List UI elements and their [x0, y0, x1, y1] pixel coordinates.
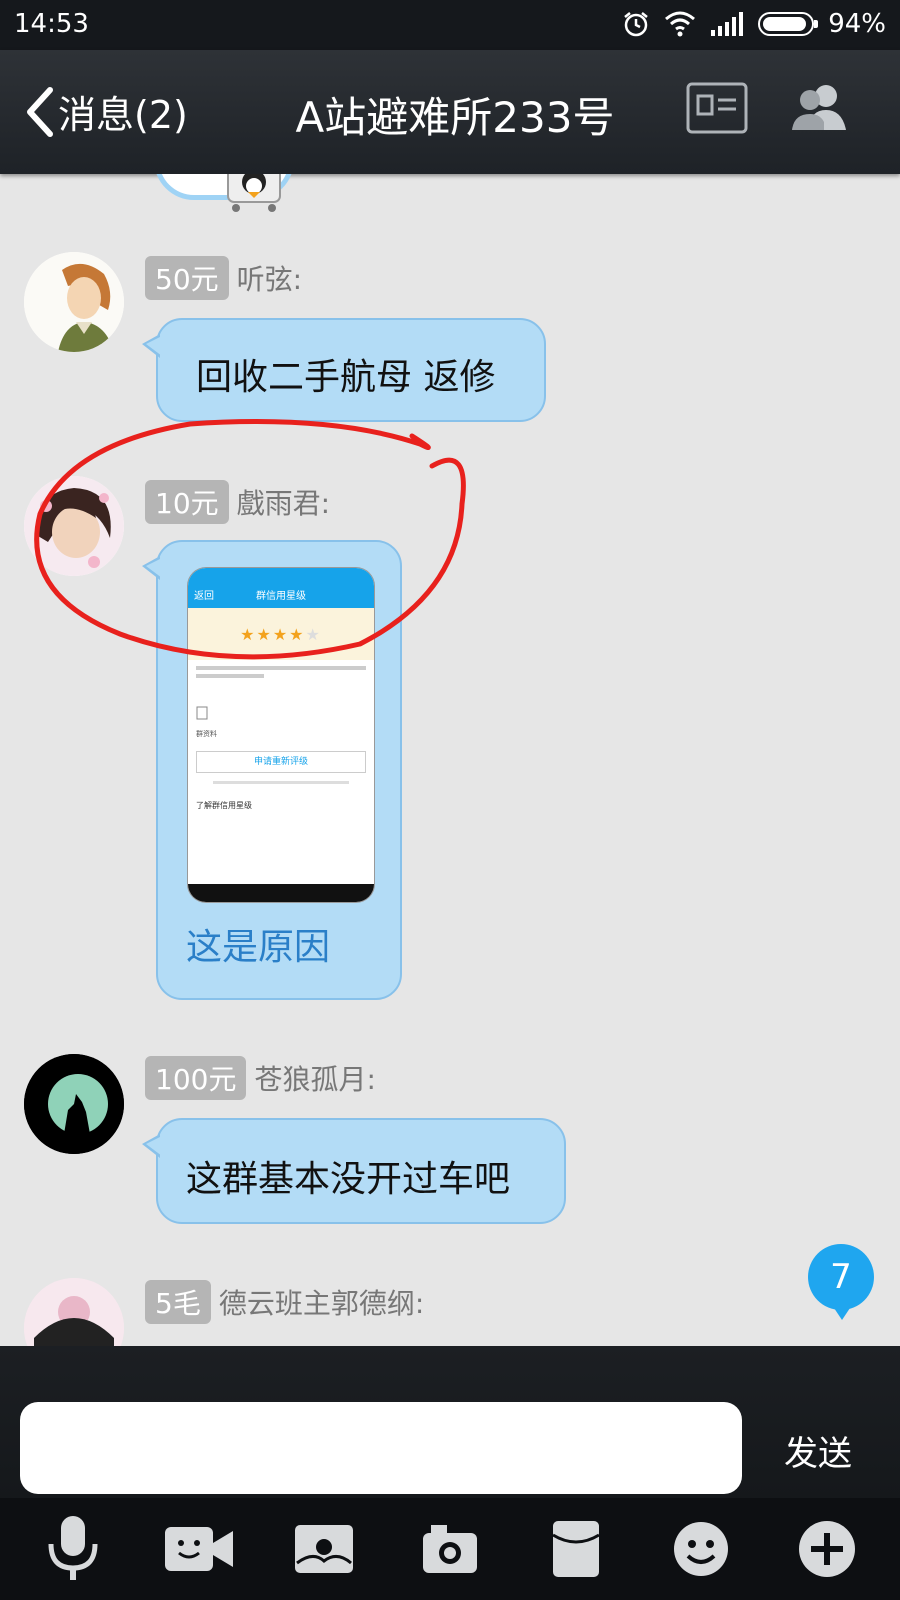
unread-count-badge[interactable]: 7 — [808, 1244, 874, 1320]
video-call-icon — [164, 1527, 233, 1571]
alarm-icon — [624, 12, 648, 37]
status-bar: 14:53 94% — [0, 0, 900, 50]
red-packet-button[interactable] — [536, 1509, 616, 1589]
wifi-icon — [665, 11, 696, 37]
camera-icon — [422, 1525, 477, 1573]
chat-header: 消息(2) A站避难所233号 — [0, 50, 900, 174]
group-members-icon[interactable] — [790, 82, 850, 134]
battery-icon — [758, 12, 819, 36]
bottom-toolbar — [0, 1498, 900, 1600]
video-call-button[interactable] — [159, 1509, 239, 1589]
photo-button[interactable] — [284, 1509, 364, 1589]
emoji-button[interactable] — [661, 1509, 741, 1589]
red-packet-icon — [551, 1521, 600, 1577]
more-button[interactable] — [787, 1509, 867, 1589]
battery-percent: 94% — [828, 9, 886, 39]
photo-icon — [295, 1525, 354, 1573]
signal-icon — [711, 12, 744, 36]
message-input[interactable] — [20, 1402, 742, 1494]
red-annotation-circle — [34, 419, 466, 660]
status-icons: 94% — [622, 9, 886, 39]
plus-icon — [799, 1521, 856, 1577]
voice-button[interactable] — [33, 1509, 113, 1589]
send-button[interactable]: 发送 — [784, 1426, 852, 1475]
status-time: 14:53 — [14, 9, 89, 39]
chat-title: A站避难所233号 — [295, 93, 615, 142]
emoji-icon — [674, 1522, 729, 1576]
input-bar: 发送 — [0, 1346, 900, 1498]
group-profile-icon[interactable] — [686, 82, 748, 134]
camera-button[interactable] — [410, 1509, 490, 1589]
microphone-icon — [48, 1516, 98, 1580]
chat-messages[interactable]: 50元 听弦: 回收二手航母 返修 10元 戲雨君: 返回 群信用星级 ★★★★… — [0, 174, 900, 1346]
